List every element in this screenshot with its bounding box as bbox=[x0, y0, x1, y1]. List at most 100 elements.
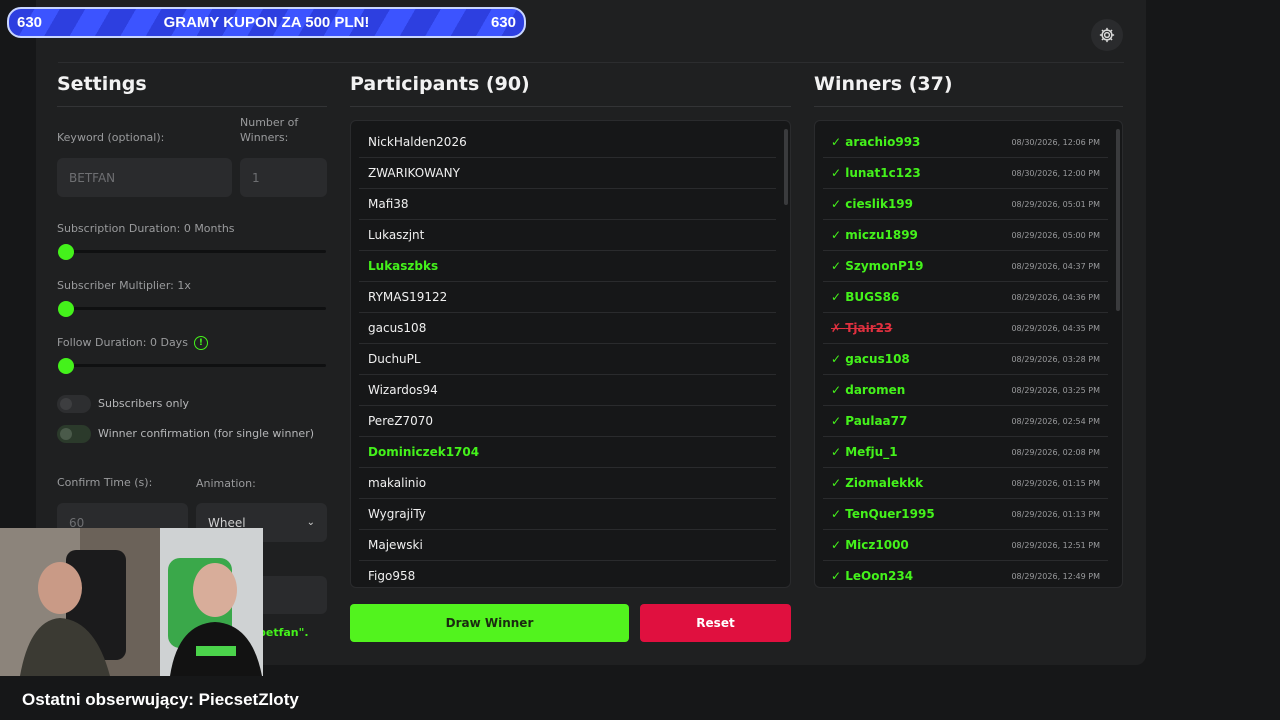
participant-row[interactable]: Mafi38 bbox=[359, 189, 776, 220]
reset-button[interactable]: Reset bbox=[640, 604, 791, 642]
subscriber-multiplier-slider[interactable] bbox=[58, 301, 326, 317]
participant-row[interactable]: ZWARIKOWANY bbox=[359, 158, 776, 189]
check-icon: ✓ bbox=[831, 383, 846, 397]
participant-row[interactable]: gacus108 bbox=[359, 313, 776, 344]
participants-list[interactable]: NickHalden2026 ZWARIKOWANY Mafi38 Lukaszjnt… bbox=[350, 120, 791, 588]
subscribers-only-toggle[interactable] bbox=[57, 395, 91, 413]
winner-row[interactable]: ✓ miczu1899 08/29/2026, 05:00 PM bbox=[823, 220, 1108, 251]
winner-name-text: SzymonP19 bbox=[845, 259, 924, 273]
winner-date: 08/29/2026, 12:49 PM bbox=[1011, 571, 1100, 581]
keyword-input[interactable]: BETFAN bbox=[57, 158, 232, 197]
check-icon: ✓ bbox=[831, 538, 846, 552]
winner-name: ✓ Mefju_1 bbox=[831, 445, 898, 459]
subscription-duration-slider[interactable] bbox=[58, 244, 326, 260]
participant-row[interactable]: Lukaszjnt bbox=[359, 220, 776, 251]
participant-row[interactable]: Dominiczek1704 bbox=[359, 437, 776, 468]
info-icon[interactable]: ! bbox=[193, 336, 208, 350]
winner-row[interactable]: ✓ arachio993 08/30/2026, 12:06 PM bbox=[823, 127, 1108, 158]
follow-duration-label: Follow Duration: 0 Days! bbox=[57, 336, 208, 350]
participant-row[interactable]: DuchuPL bbox=[359, 344, 776, 375]
participant-row[interactable]: RYMAS19122 bbox=[359, 282, 776, 313]
slider-knob[interactable] bbox=[58, 244, 74, 260]
winner-name-text: arachio993 bbox=[845, 135, 921, 149]
stream-frame: Settings Keyword (optional): Number of W… bbox=[0, 0, 1280, 720]
participant-row[interactable]: Figo958 bbox=[359, 561, 776, 587]
winner-row[interactable]: ✓ Micz1000 08/29/2026, 12:51 PM bbox=[823, 530, 1108, 561]
winners-count-input[interactable]: 1 bbox=[240, 158, 327, 197]
banner-text: GRAMY KUPON ZA 500 PLN! bbox=[163, 14, 370, 31]
winner-name-text: lunat1c123 bbox=[845, 166, 921, 180]
winner-name: ✓ TenQuer1995 bbox=[831, 507, 935, 521]
winner-row[interactable]: ✓ LeOon234 08/29/2026, 12:49 PM bbox=[823, 561, 1108, 587]
winner-date: 08/29/2026, 05:00 PM bbox=[1011, 230, 1100, 240]
winner-row[interactable]: ✗ Tjair23 08/29/2026, 04:35 PM bbox=[823, 313, 1108, 344]
winner-row[interactable]: ✓ BUGS86 08/29/2026, 04:36 PM bbox=[823, 282, 1108, 313]
winner-name: ✓ daromen bbox=[831, 383, 905, 397]
participant-row[interactable]: NickHalden2026 bbox=[359, 127, 776, 158]
check-icon: ✓ bbox=[831, 476, 846, 490]
check-icon: ✓ bbox=[831, 414, 846, 428]
winner-name: ✓ gacus108 bbox=[831, 352, 910, 366]
keyword-label: Keyword (optional): bbox=[57, 131, 165, 144]
last-follower-text: Ostatni obserwujący: PiecsetZloty bbox=[22, 690, 299, 709]
check-icon: ✓ bbox=[831, 228, 846, 242]
winner-row[interactable]: ✓ lunat1c123 08/30/2026, 12:00 PM bbox=[823, 158, 1108, 189]
winner-name: ✓ LeOon234 bbox=[831, 569, 913, 583]
settings-title: Settings bbox=[57, 73, 147, 95]
animation-label: Animation: bbox=[196, 477, 256, 490]
winner-name: ✓ Paulaa77 bbox=[831, 414, 907, 428]
check-icon: ✓ bbox=[831, 352, 846, 366]
keyword-hint: betfan". bbox=[258, 626, 309, 639]
check-icon: ✓ bbox=[831, 445, 846, 459]
winner-name-text: Mefju_1 bbox=[845, 445, 898, 459]
winner-row[interactable]: ✓ Mefju_1 08/29/2026, 02:08 PM bbox=[823, 437, 1108, 468]
winner-row[interactable]: ✓ gacus108 08/29/2026, 03:28 PM bbox=[823, 344, 1108, 375]
winner-name-text: gacus108 bbox=[845, 352, 910, 366]
winner-name-text: daromen bbox=[845, 383, 906, 397]
coupon-banner: 630 GRAMY KUPON ZA 500 PLN! 630 bbox=[7, 7, 526, 38]
winner-date: 08/30/2026, 12:00 PM bbox=[1011, 168, 1100, 178]
follow-duration-text: Follow Duration: 0 Days bbox=[57, 336, 188, 349]
check-icon: ✓ bbox=[831, 197, 846, 211]
winner-date: 08/29/2026, 01:15 PM bbox=[1011, 478, 1100, 488]
draw-winner-button[interactable]: Draw Winner bbox=[350, 604, 629, 642]
winners-title: Winners (37) bbox=[814, 73, 953, 95]
winner-name-text: BUGS86 bbox=[845, 290, 900, 304]
cross-icon: ✗ bbox=[831, 321, 846, 335]
winner-date: 08/29/2026, 05:01 PM bbox=[1011, 199, 1100, 209]
winner-name-text: Paulaa77 bbox=[845, 414, 908, 428]
winner-row[interactable]: ✓ daromen 08/29/2026, 03:25 PM bbox=[823, 375, 1108, 406]
winner-date: 08/29/2026, 01:13 PM bbox=[1011, 509, 1100, 519]
participant-row[interactable]: Lukaszbks bbox=[359, 251, 776, 282]
winners-count-label-2: Winners: bbox=[240, 131, 289, 144]
participant-row[interactable]: PereZ7070 bbox=[359, 406, 776, 437]
winner-row[interactable]: ✓ SzymonP19 08/29/2026, 04:37 PM bbox=[823, 251, 1108, 282]
winner-date: 08/29/2026, 03:28 PM bbox=[1011, 354, 1100, 364]
slider-knob[interactable] bbox=[58, 358, 74, 374]
participants-scrollbar[interactable] bbox=[784, 129, 788, 205]
winner-row[interactable]: ✓ Paulaa77 08/29/2026, 02:54 PM bbox=[823, 406, 1108, 437]
winner-name: ✗ Tjair23 bbox=[831, 321, 892, 335]
participant-row[interactable]: WygrajiTy bbox=[359, 499, 776, 530]
winners-scrollbar[interactable] bbox=[1116, 129, 1120, 311]
participant-row[interactable]: Majewski bbox=[359, 530, 776, 561]
check-icon: ✓ bbox=[831, 135, 846, 149]
winner-date: 08/29/2026, 02:08 PM bbox=[1011, 447, 1100, 457]
slider-knob[interactable] bbox=[58, 301, 74, 317]
participant-row[interactable]: Wizardos94 bbox=[359, 375, 776, 406]
banner-right-count: 630 bbox=[490, 14, 516, 31]
winner-row[interactable]: ✓ Ziomalekkk 08/29/2026, 01:15 PM bbox=[823, 468, 1108, 499]
settings-gear-button[interactable] bbox=[1091, 19, 1123, 51]
winners-list[interactable]: ✓ arachio993 08/30/2026, 12:06 PM ✓ lunat1… bbox=[814, 120, 1123, 588]
settings-divider bbox=[57, 106, 327, 107]
winner-name-text: cieslik199 bbox=[845, 197, 913, 211]
chevron-down-icon: ⌄ bbox=[306, 517, 315, 528]
follow-duration-slider[interactable] bbox=[58, 358, 326, 374]
toggle-knob bbox=[60, 398, 72, 410]
subscriber-multiplier-label: Subscriber Multiplier: 1x bbox=[57, 279, 191, 292]
winner-name-text: miczu1899 bbox=[845, 228, 918, 242]
participant-row[interactable]: makalinio bbox=[359, 468, 776, 499]
winner-row[interactable]: ✓ cieslik199 08/29/2026, 05:01 PM bbox=[823, 189, 1108, 220]
winner-confirmation-toggle[interactable] bbox=[57, 425, 91, 443]
winner-row[interactable]: ✓ TenQuer1995 08/29/2026, 01:13 PM bbox=[823, 499, 1108, 530]
